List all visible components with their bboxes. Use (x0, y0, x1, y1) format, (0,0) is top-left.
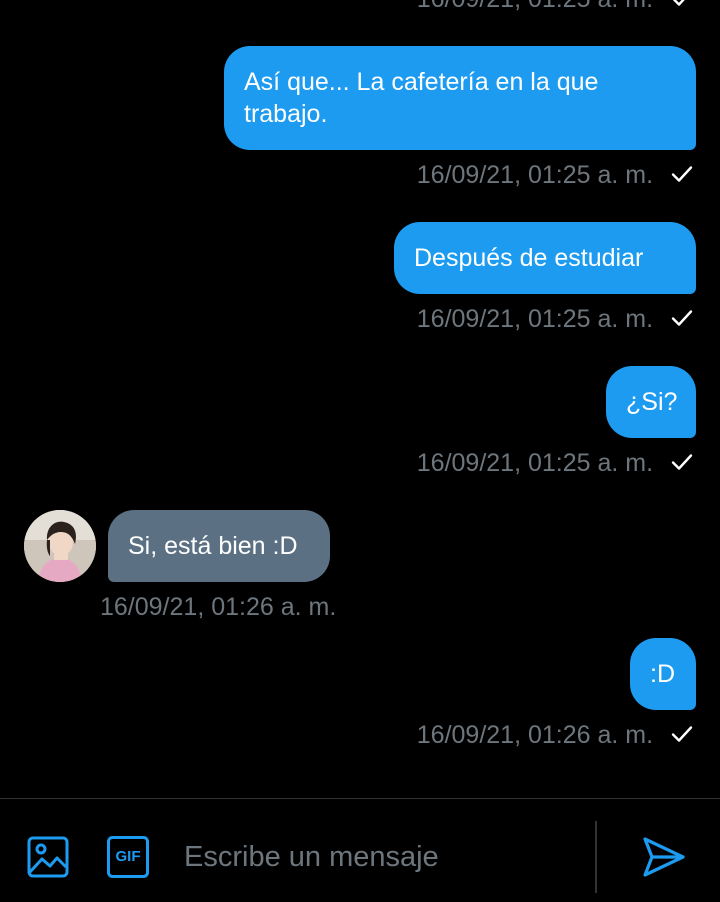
timestamp-text: 16/09/21, 01:25 a. m. (416, 449, 654, 477)
gif-label: GIF (115, 848, 141, 865)
image-button[interactable] (26, 835, 70, 879)
message-timestamp: 16/09/21, 01:25 a. m. (417, 304, 694, 334)
message-timestamp: 16/09/21, 01:26 a. m. (417, 720, 694, 750)
check-icon (671, 454, 693, 470)
message-timestamp: 16/09/21, 01:25 a. m. (417, 448, 694, 478)
timestamp-text: 16/09/21, 01:26 a. m. (416, 721, 654, 749)
gif-button[interactable]: GIF (106, 835, 150, 879)
check-icon (671, 726, 693, 742)
message-text: Así que... La cafetería en la que trabaj… (244, 68, 599, 128)
timestamp-text: 16/09/21, 01:25 a. m. (416, 305, 654, 333)
message-text: ¿Si? (626, 388, 678, 416)
sent-message-bubble[interactable]: ¿Si? (606, 366, 696, 438)
timestamp-text: 16/09/21, 01:25 a. m. (416, 161, 654, 189)
composer-divider (595, 821, 597, 893)
contact-avatar[interactable] (24, 510, 96, 582)
conversation-thread[interactable]: 16/09/21, 01:25 a. m. Así que... La cafe… (0, 0, 720, 798)
image-icon (27, 836, 69, 878)
check-icon (671, 310, 693, 326)
message-timestamp: 16/09/21, 01:26 a. m. (100, 592, 336, 622)
message-timestamp: 16/09/21, 01:25 a. m. (417, 160, 694, 190)
check-icon (671, 166, 693, 182)
send-button[interactable] (640, 833, 688, 881)
timestamp-text: 16/09/21, 01:26 a. m. (100, 593, 337, 621)
avatar-photo (24, 510, 96, 582)
check-icon (672, 0, 685, 6)
message-text: Si, está bien :D (128, 532, 298, 560)
message-text: :D (650, 660, 675, 688)
timestamp-text: 16/09/21, 01:25 a. m. (417, 0, 653, 13)
message-timestamp: 16/09/21, 01:25 a. m. (417, 0, 694, 14)
sent-message-bubble[interactable]: :D (630, 638, 696, 710)
send-icon (643, 837, 685, 877)
received-message-bubble[interactable]: Si, está bien :D (108, 510, 330, 582)
message-text: Después de estudiar (414, 244, 644, 272)
message-composer: GIF (0, 798, 720, 902)
message-input[interactable] (184, 831, 584, 883)
sent-message-bubble[interactable]: Así que... La cafetería en la que trabaj… (224, 46, 696, 150)
sent-message-bubble[interactable]: Después de estudiar (394, 222, 696, 294)
